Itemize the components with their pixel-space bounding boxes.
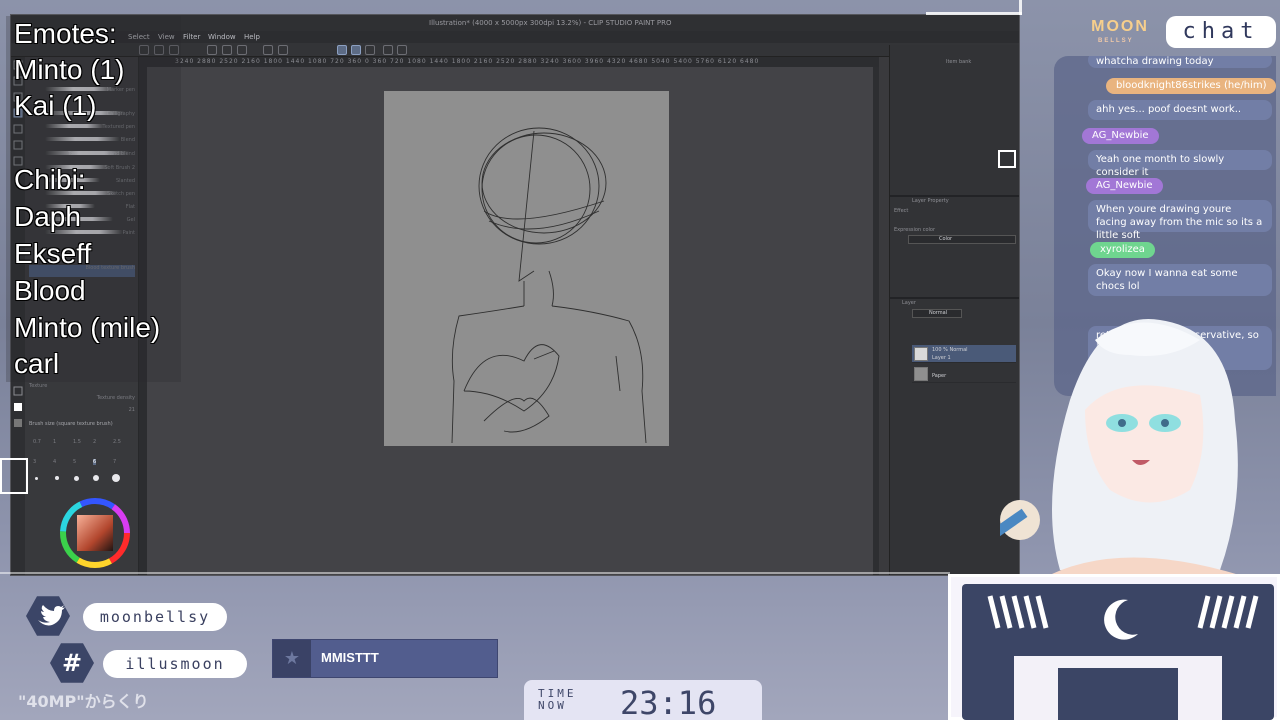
moonbellsy-logo: MOON BELLSY <box>1091 18 1149 44</box>
reference-icon[interactable] <box>397 45 407 55</box>
frame-accent <box>1019 0 1022 15</box>
effect-label: Effect <box>894 208 909 214</box>
follower-name: MMISTTT <box>321 650 379 665</box>
expression-color-label: Expression color <box>894 227 936 233</box>
frame-accent <box>0 572 950 574</box>
chibi-line: Ekseff <box>14 238 92 269</box>
star-icon: ★ <box>273 640 311 677</box>
transform-icon[interactable] <box>278 45 288 55</box>
window-title: Illustration* (4000 x 5000px 300dpi 13.2… <box>429 19 672 27</box>
horizontal-ruler: 3240 2880 2520 2160 1800 1440 1080 720 3… <box>139 57 879 67</box>
undo-icon[interactable] <box>207 45 217 55</box>
panel-divider <box>890 195 1019 197</box>
brush-size-row[interactable]: 0.7 1 1.5 2 2.5 <box>29 439 135 451</box>
expression-color-select[interactable]: Color <box>908 235 1016 244</box>
layer-thumbnail <box>914 347 928 361</box>
chat-username: AG_Newbie <box>1086 178 1163 194</box>
ticker-text: "40MP"からくり <box>18 692 149 711</box>
brush-size-row[interactable]: 3 4 5 6 7 <box>29 459 135 471</box>
vertical-scrollbar[interactable] <box>873 67 879 575</box>
redo-icon[interactable] <box>222 45 232 55</box>
texture-label: Texture <box>29 383 48 389</box>
chat-message: Okay now I wanna eat some chocs lol <box>1088 264 1272 296</box>
frame-accent <box>998 150 1016 168</box>
chat-username: bloodknight86strikes (he/him) <box>1106 78 1276 94</box>
snap-grid-icon[interactable] <box>365 45 375 55</box>
chibi-line: Minto (mile) <box>14 312 161 343</box>
menu-window[interactable]: Window <box>208 33 236 41</box>
desk-decoration <box>987 595 1259 720</box>
panel-divider <box>890 297 1019 299</box>
sketch-drawing <box>451 127 647 444</box>
twitter-handle: moonbellsy <box>83 603 227 631</box>
menu-help[interactable]: Help <box>244 33 260 41</box>
emotes-heading: Emotes: <box>14 18 117 49</box>
emote-line: Kai (1) <box>14 90 97 121</box>
hashtag-handle: illusmoon <box>103 650 247 678</box>
time-now-label: TIME NOW <box>538 687 577 712</box>
brush-size-label: Brush size (square texture brush) <box>29 421 113 427</box>
hashtag-icon: # <box>61 649 83 677</box>
color-wheel[interactable] <box>55 495 135 575</box>
chat-message: whatcha drawing today <box>1088 56 1272 68</box>
layer-thumbnail <box>914 367 928 381</box>
fill-icon[interactable] <box>263 45 273 55</box>
desk-panel <box>962 584 1274 720</box>
snap-ruler-icon[interactable] <box>337 45 347 55</box>
texture-density-label: Texture density <box>96 395 135 401</box>
chat-message: ahh yes... poof doesnt work.. <box>1088 100 1272 120</box>
chat-username: AG_Newbie <box>1082 128 1159 144</box>
snap-special-ruler-icon[interactable] <box>351 45 361 55</box>
vtuber-avatar <box>1000 319 1255 580</box>
item-bank-tab[interactable]: Item bank <box>946 59 971 65</box>
emote-line: Minto (1) <box>14 54 125 85</box>
chat-username: xyrolizea <box>1090 242 1155 258</box>
layer-property-tab[interactable]: Layer Property <box>912 198 949 204</box>
latest-follower-bar: ★ MMISTTT <box>272 639 498 678</box>
settings-icon[interactable] <box>383 45 393 55</box>
layer-tab[interactable]: Layer <box>902 300 916 306</box>
drawing-canvas-paper[interactable] <box>384 91 669 446</box>
twitter-icon <box>38 605 65 626</box>
brush-size-dots[interactable] <box>29 471 135 485</box>
texture-density-value[interactable]: 21 <box>29 407 135 419</box>
blend-mode-select[interactable]: Normal <box>912 309 962 318</box>
frame-accent <box>926 12 1022 15</box>
emotes-list-overlay: Emotes: Minto (1) Kai (1) Chibi: Daph Ek… <box>6 16 181 382</box>
chat-label: chat <box>1166 16 1276 48</box>
frame-accent <box>0 458 28 494</box>
chat-message: Yeah one month to slowly consider it <box>1088 150 1272 178</box>
menu-filter[interactable]: Filter <box>183 33 200 41</box>
chibi-line: carl <box>14 348 60 379</box>
hashtag-badge: # <box>50 643 94 683</box>
chibi-line: Daph <box>14 201 81 232</box>
clock-time: 23:16 <box>620 684 717 720</box>
moon-icon <box>1104 599 1138 640</box>
chibi-heading: Chibi: <box>14 164 86 195</box>
chat-message: When youre drawing youre facing away fro… <box>1088 200 1272 241</box>
time-now-widget: TIME NOW 23:16 <box>524 680 762 720</box>
clear-icon[interactable] <box>237 45 247 55</box>
twitter-badge <box>26 596 70 636</box>
chibi-line: Blood <box>14 275 86 306</box>
